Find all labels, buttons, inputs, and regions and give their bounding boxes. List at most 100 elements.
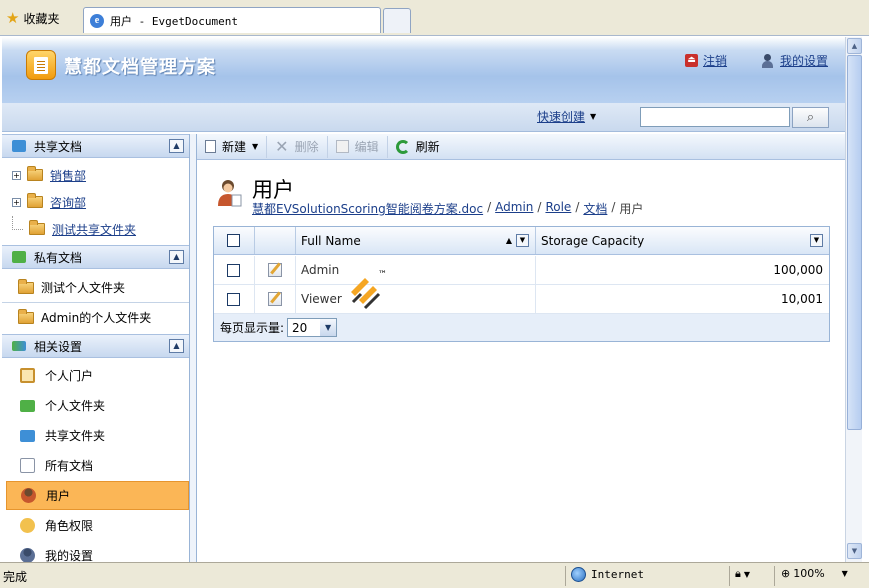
zoom-button[interactable]: ⊕ 100% ▼ <box>781 567 848 580</box>
tree-item-consulting[interactable]: + 咨询部 <box>2 189 189 215</box>
tree-item-label[interactable]: Admin的个人文件夹 <box>41 309 151 326</box>
protected-mode-button[interactable]: 🔒︎ ▼ <box>735 567 750 581</box>
breadcrumb-separator: / <box>487 200 492 214</box>
expand-icon[interactable]: + <box>12 170 21 180</box>
delete-label: 删除 <box>294 140 319 154</box>
private-docs-icon <box>12 251 26 263</box>
shared-folder-icon <box>20 429 35 442</box>
delete-button[interactable]: ✕ 删除 <box>267 135 328 158</box>
tree-item-admin-personal[interactable]: Admin的个人文件夹 <box>2 303 189 332</box>
column-menu-icon[interactable]: ▼ <box>810 234 823 247</box>
nav-item-role-permissions[interactable]: 角色权限 <box>6 511 189 540</box>
column-menu-icon[interactable]: ▼ <box>516 234 529 247</box>
search-button[interactable]: ⌕ <box>792 107 829 128</box>
app-logo-icon <box>26 50 56 80</box>
edit-row-icon[interactable] <box>268 292 282 306</box>
scroll-up-icon[interactable]: ▲ <box>847 38 862 54</box>
my-settings-label[interactable]: 我的设置 <box>780 52 828 69</box>
search-input[interactable] <box>640 107 790 127</box>
section-title-shared-docs: 共享文档 <box>34 139 83 154</box>
expand-icon[interactable]: + <box>12 197 21 207</box>
table-row[interactable]: Viewer 10,001 <box>214 285 829 314</box>
nav-item-users[interactable]: 用户 <box>6 481 189 510</box>
portal-icon <box>20 368 35 383</box>
quick-create-label[interactable]: 快速创建 <box>537 108 585 125</box>
breadcrumb: 慧都EVSolutionScoring智能阅卷方案.doc / Admin / … <box>252 200 643 217</box>
page-size-select[interactable]: 20 ▼ <box>287 318 338 337</box>
chevron-down-icon[interactable]: ▼ <box>320 319 337 336</box>
my-settings-link[interactable]: 我的设置 <box>761 52 828 69</box>
nav-item-shared-folder[interactable]: 共享文件夹 <box>6 421 189 450</box>
breadcrumb-link[interactable]: 文档 <box>583 200 607 217</box>
tree-connector <box>12 216 23 230</box>
nav-item-all-docs[interactable]: 所有文档 <box>6 451 189 480</box>
tree-item-label[interactable]: 测试个人文件夹 <box>41 279 125 296</box>
new-tab-button[interactable] <box>383 8 411 33</box>
nav-item-personal-portal[interactable]: 个人门户 <box>6 361 189 390</box>
users-icon <box>21 488 36 503</box>
edit-column-header <box>255 227 296 254</box>
nav-item-personal-folder[interactable]: 个人文件夹 <box>6 391 189 420</box>
security-zone: Internet <box>571 567 644 582</box>
select-all-checkbox[interactable] <box>227 234 240 247</box>
page-scrollbar[interactable]: ▲ ▼ <box>845 37 862 562</box>
divider <box>774 566 775 586</box>
logout-label[interactable]: 注销 <box>703 52 727 69</box>
row-checkbox[interactable] <box>227 263 240 277</box>
tree-item-label[interactable]: 销售部 <box>50 167 86 184</box>
nav-item-label: 个人门户 <box>45 369 94 383</box>
chevron-down-icon: ▼ <box>252 142 259 151</box>
scroll-thumb[interactable] <box>847 55 862 430</box>
favorites-label: 收藏夹 <box>23 11 60 26</box>
cell-storage: 10,001 <box>781 292 823 306</box>
sidebar-splitter[interactable] <box>190 134 197 562</box>
app-title: 慧都文档管理方案 <box>64 57 216 78</box>
scroll-down-icon[interactable]: ▼ <box>847 543 862 559</box>
edit-button[interactable]: 编辑 <box>328 135 388 158</box>
table-row[interactable]: Admin 100,000 <box>214 256 829 285</box>
breadcrumb-link[interactable]: 慧都EVSolutionScoring智能阅卷方案.doc <box>252 200 483 217</box>
nav-item-label: 所有文档 <box>45 459 94 473</box>
zoom-icon: ⊕ <box>781 567 791 580</box>
column-header-full-name[interactable]: Full Name ▲ ▼ <box>296 227 536 254</box>
row-checkbox[interactable] <box>227 292 240 306</box>
tree-item-sales[interactable]: + 销售部 <box>2 162 189 188</box>
logout-link[interactable]: ⏏ 注销 <box>685 52 727 69</box>
favorites-button[interactable]: ★ 收藏夹 <box>6 8 59 28</box>
folder-icon <box>29 220 45 235</box>
breadcrumb-link[interactable]: Admin <box>495 200 533 217</box>
shared-docs-icon <box>12 140 26 152</box>
column-label: Storage Capacity <box>541 233 645 248</box>
tree-item-test-shared[interactable]: 测试共享文件夹 <box>2 216 189 242</box>
folder-icon <box>27 166 43 181</box>
users-grid: Full Name ▲ ▼ Storage Capacity ▼ Admin 1… <box>213 226 830 342</box>
browser-tab-title: 用户 - EvgetDocument <box>110 14 238 28</box>
new-button[interactable]: 新建 ▼ <box>197 135 268 158</box>
nav-item-my-settings[interactable]: 我的设置 <box>6 541 189 562</box>
refresh-label: 刷新 <box>415 140 440 154</box>
section-title-settings: 相关设置 <box>34 339 83 354</box>
breadcrumb-link[interactable]: Role <box>545 200 571 217</box>
collapse-icon[interactable]: ▲ <box>169 250 184 264</box>
collapse-icon[interactable]: ▲ <box>169 339 184 353</box>
quick-create-menu[interactable]: 快速创建 ▼ <box>537 108 596 125</box>
breadcrumb-separator: / <box>575 200 580 214</box>
tree-item-label[interactable]: 咨询部 <box>50 194 86 211</box>
section-header-shared-docs[interactable]: 共享文档 ▲ <box>2 134 189 158</box>
edit-row-icon[interactable] <box>268 263 282 277</box>
refresh-button[interactable]: 刷新 <box>388 136 448 158</box>
lock-icon: 🔒︎ <box>735 567 741 580</box>
nav-item-label: 我的设置 <box>45 549 94 562</box>
collapse-icon[interactable]: ▲ <box>169 139 184 153</box>
tree-item-test-personal[interactable]: 测试个人文件夹 <box>2 273 189 302</box>
status-bar: 完成 Internet 🔒︎ ▼ ⊕ 100% ▼ <box>0 562 869 588</box>
divider <box>729 566 730 586</box>
chevron-down-icon: ▼ <box>590 112 597 121</box>
section-header-settings[interactable]: 相关设置 ▲ <box>2 334 189 358</box>
tree-item-label[interactable]: 测试共享文件夹 <box>52 221 136 238</box>
column-header-storage[interactable]: Storage Capacity ▼ <box>536 227 829 254</box>
all-docs-icon <box>20 458 35 473</box>
status-text: 完成 <box>3 570 28 584</box>
browser-tab-active[interactable]: e 用户 - EvgetDocument <box>83 7 381 33</box>
section-header-private-docs[interactable]: 私有文档 ▲ <box>2 245 189 269</box>
